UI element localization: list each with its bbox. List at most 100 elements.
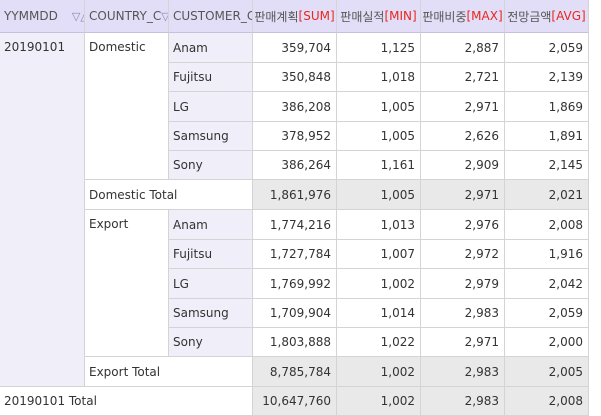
customer-cell[interactable]: Samsung: [169, 122, 253, 151]
subtotal-label-cell[interactable]: Export Total: [85, 357, 253, 387]
value-cell[interactable]: 386,208: [253, 92, 337, 122]
country-cell-domestic[interactable]: Domestic: [85, 33, 169, 180]
subtotal-label-cell[interactable]: Domestic Total: [85, 180, 253, 210]
subtotal-cell[interactable]: 2,983: [421, 357, 505, 387]
value-text: 2,971: [464, 187, 499, 202]
value-cell[interactable]: 1,014: [337, 299, 421, 328]
value-text: 2,008: [548, 217, 583, 232]
value-cell[interactable]: 1,161: [337, 151, 421, 180]
subtotal-cell[interactable]: 8,785,784: [253, 357, 337, 387]
value-cell[interactable]: 2,000: [505, 328, 589, 357]
value-text: 2,008: [548, 394, 583, 408]
date-cell[interactable]: 20190101: [0, 33, 85, 387]
value-cell[interactable]: 2,145: [505, 151, 589, 180]
value-text: 386,264: [281, 158, 331, 172]
customer-cell[interactable]: LG: [169, 92, 253, 122]
value-cell[interactable]: 1,125: [337, 33, 421, 63]
value-cell[interactable]: 1,869: [505, 92, 589, 122]
value-cell[interactable]: 378,952: [253, 122, 337, 151]
value-text: 378,952: [281, 129, 331, 143]
value-cell[interactable]: 1,769,992: [253, 269, 337, 299]
value-cell[interactable]: 2,976: [421, 210, 505, 240]
filter-icon[interactable]: ▽: [72, 10, 80, 23]
date-label: 20190101: [4, 40, 66, 54]
customer-label: Samsung: [173, 306, 229, 320]
value-cell[interactable]: 2,059: [505, 33, 589, 63]
grand-total-cell[interactable]: 10,647,760: [253, 387, 337, 416]
subtotal-label: Domestic Total: [89, 187, 178, 202]
customer-cell[interactable]: LG: [169, 269, 253, 299]
value-cell[interactable]: 2,139: [505, 63, 589, 92]
header-yymmdd[interactable]: YYMMDD ▽△: [0, 0, 85, 33]
measure-2-label: 판매실적: [340, 9, 385, 24]
subtotal-cell[interactable]: 1,005: [337, 180, 421, 210]
header-measure-4[interactable]: 전망금액 [AVG]: [505, 0, 589, 33]
value-text: 8,785,784: [269, 364, 331, 379]
grand-total-cell[interactable]: 2,983: [421, 387, 505, 416]
value-text: 1,005: [380, 129, 415, 143]
value-cell[interactable]: 2,059: [505, 299, 589, 328]
subtotal-cell[interactable]: 2,971: [421, 180, 505, 210]
value-cell[interactable]: 350,848: [253, 63, 337, 92]
customer-cell[interactable]: Fujitsu: [169, 63, 253, 92]
subtotal-cell[interactable]: 1,002: [337, 357, 421, 387]
value-text: 1,916: [548, 247, 583, 261]
grand-total-label-cell[interactable]: 20190101 Total: [0, 387, 253, 416]
value-cell[interactable]: 1,709,904: [253, 299, 337, 328]
header-measure-3[interactable]: 판매비중 [MAX]: [421, 0, 505, 33]
value-cell[interactable]: 2,008: [505, 210, 589, 240]
header-country-label: COUNTRY_C: [89, 9, 162, 23]
header-customer[interactable]: CUSTOMER_C▽△: [169, 0, 253, 33]
filter-icon[interactable]: ▽: [161, 10, 168, 23]
value-cell[interactable]: 1,005: [337, 92, 421, 122]
value-text: 2,042: [548, 276, 583, 291]
value-cell[interactable]: 1,774,216: [253, 210, 337, 240]
value-cell[interactable]: 359,704: [253, 33, 337, 63]
value-cell[interactable]: 1,005: [337, 122, 421, 151]
value-cell[interactable]: 2,042: [505, 269, 589, 299]
value-cell[interactable]: 2,979: [421, 269, 505, 299]
value-text: 1,803,888: [269, 335, 331, 349]
subtotal-label: Export Total: [89, 364, 161, 379]
measure-4-label: 전망금액: [507, 9, 552, 24]
customer-label: Anam: [173, 217, 208, 232]
customer-cell[interactable]: Anam: [169, 33, 253, 63]
customer-cell[interactable]: Samsung: [169, 299, 253, 328]
value-cell[interactable]: 2,721: [421, 63, 505, 92]
value-text: 1,013: [380, 217, 415, 232]
value-cell[interactable]: 1,007: [337, 240, 421, 269]
value-cell[interactable]: 1,727,784: [253, 240, 337, 269]
value-cell[interactable]: 1,022: [337, 328, 421, 357]
value-cell[interactable]: 386,264: [253, 151, 337, 180]
value-cell[interactable]: 2,971: [421, 328, 505, 357]
value-text: 1,861,976: [269, 187, 331, 202]
value-cell[interactable]: 2,972: [421, 240, 505, 269]
value-cell[interactable]: 2,626: [421, 122, 505, 151]
customer-cell[interactable]: Fujitsu: [169, 240, 253, 269]
subtotal-cell[interactable]: 1,861,976: [253, 180, 337, 210]
header-customer-label: CUSTOMER_C: [173, 9, 253, 23]
value-cell[interactable]: 1,891: [505, 122, 589, 151]
country-cell-export[interactable]: Export: [85, 210, 169, 357]
value-text: 1,005: [380, 187, 415, 202]
value-cell[interactable]: 1,013: [337, 210, 421, 240]
grand-total-cell[interactable]: 1,002: [337, 387, 421, 416]
grand-total-cell[interactable]: 2,008: [505, 387, 589, 416]
subtotal-cell[interactable]: 2,021: [505, 180, 589, 210]
value-cell[interactable]: 2,887: [421, 33, 505, 63]
header-measure-1[interactable]: 판매계획 [SUM]: [253, 0, 337, 33]
value-cell[interactable]: 1,002: [337, 269, 421, 299]
value-cell[interactable]: 1,803,888: [253, 328, 337, 357]
value-cell[interactable]: 2,983: [421, 299, 505, 328]
value-cell[interactable]: 2,909: [421, 151, 505, 180]
value-cell[interactable]: 1,018: [337, 63, 421, 92]
header-country[interactable]: COUNTRY_C▽△: [85, 0, 169, 33]
customer-cell[interactable]: Sony: [169, 151, 253, 180]
value-cell[interactable]: 1,916: [505, 240, 589, 269]
customer-label: Sony: [173, 158, 203, 172]
subtotal-cell[interactable]: 2,005: [505, 357, 589, 387]
header-measure-2[interactable]: 판매실적 [MIN]: [337, 0, 421, 33]
value-cell[interactable]: 2,971: [421, 92, 505, 122]
customer-cell[interactable]: Anam: [169, 210, 253, 240]
customer-cell[interactable]: Sony: [169, 328, 253, 357]
